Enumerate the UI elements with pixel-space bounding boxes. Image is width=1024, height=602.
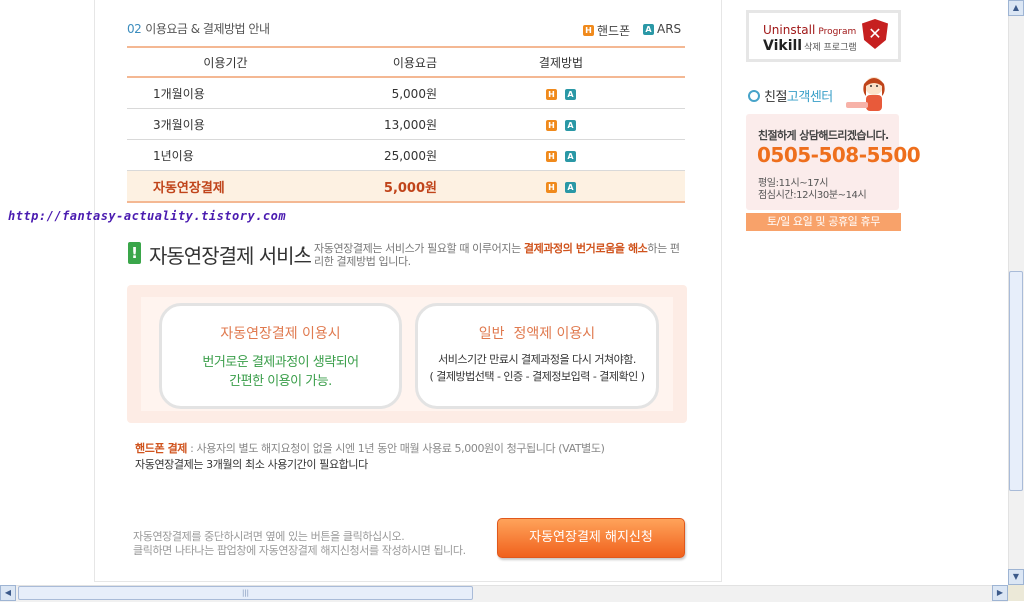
table-row: 1개월이용 5,000원 HA — [127, 77, 685, 109]
help-line: 자동연장결제를 중단하시려면 옆에 있는 버튼을 클릭하십시오. — [133, 530, 405, 543]
row-period: 1년이용 — [127, 139, 324, 171]
auto-renew-card: 자동연장결제 이용시 번거로운 결제과정이 생략되어 간편한 이용이 가능. — [159, 303, 402, 409]
uninstall-label: Uninstall Program — [763, 23, 856, 37]
exclamation-icon: ! — [128, 242, 141, 264]
table-row: 3개월이용 13,000원 HA — [127, 108, 685, 140]
content-frame-left — [94, 0, 95, 582]
row-price: 5,000원 — [324, 77, 437, 109]
ars-payment-icon: A — [643, 23, 654, 35]
normal-plan-card-body: 서비스기간 만료시 결제과정을 다시 거쳐야함. ( 결제방법선택 - 인증 -… — [418, 351, 656, 385]
watermark-url: http://fantasy-actuality.tistory.com — [8, 209, 287, 223]
normal-plan-card-line: ( 결제방법선택 - 인증 - 결제정보입력 - 결제확인 ) — [429, 370, 645, 383]
ars-payment-icon: A — [565, 120, 576, 131]
uninstall-text: Uninstall — [763, 23, 816, 37]
fee-table-header: 이용기간 이용요금 결제방법 — [127, 46, 685, 78]
row-price: 25,000원 — [324, 139, 437, 171]
legend-ars: A ARS — [643, 22, 681, 36]
service-title: 자동연장결제 서비스 — [149, 244, 312, 268]
row-payment: HA — [437, 170, 685, 203]
brand-sub: 삭제 프로그램 — [804, 43, 857, 53]
help-line: 클릭하면 나타나는 팝업창에 자동연장결제 해지신청서를 작성하시면 됩니다. — [133, 544, 466, 557]
cs-holiday-notice: 토/일 요일 및 공휴일 휴무 — [746, 213, 901, 231]
auto-renew-card-line: 번거로운 결제과정이 생략되어 — [202, 355, 359, 370]
service-desc-text: 자동연장결제는 서비스가 필요할 때 이루어지는 — [314, 242, 524, 255]
brand-name: Vikill — [763, 38, 803, 54]
bullet-icon — [748, 90, 760, 102]
normal-plan-card: 일반 정액제 이용시 서비스기간 만료시 결제과정을 다시 거쳐야함. ( 결제… — [415, 303, 659, 409]
auto-renew-card-title: 자동연장결제 이용시 — [220, 326, 341, 342]
row-price: 13,000원 — [324, 108, 437, 140]
phone-payment-icon: H — [546, 151, 557, 162]
row-period: 3개월이용 — [127, 108, 324, 140]
auto-renew-card-body: 번거로운 결제과정이 생략되어 간편한 이용이 가능. — [162, 353, 399, 391]
fee-table: 이용기간 이용요금 결제방법 1개월이용 5,000원 HA 3개월이용 13,… — [127, 46, 685, 203]
uninstall-program-banner[interactable]: Uninstall Program Vikill 삭제 프로그램 ✕ — [746, 10, 901, 62]
vertical-scroll-thumb[interactable] — [1009, 271, 1023, 491]
content-frame-right — [721, 0, 722, 582]
note-text: : 사용자의 별도 해지요청이 없을 시엔 1년 동안 매월 사용료 5,000… — [187, 442, 605, 455]
cs-title-pre: 친절 — [764, 90, 787, 105]
scroll-down-button[interactable]: ▼ — [1008, 569, 1024, 585]
content-frame-bottom — [94, 581, 722, 582]
row-period: 자동연장결제 — [127, 170, 324, 203]
vikill-brand: Vikill 삭제 프로그램 — [763, 38, 857, 54]
horizontal-scroll-thumb[interactable]: ||| — [18, 586, 473, 600]
legend-ars-label: ARS — [657, 22, 682, 36]
table-row-auto-renew: 자동연장결제 5,000원 HA — [127, 170, 685, 203]
ars-payment-icon: A — [565, 151, 576, 162]
scroll-up-button[interactable]: ▲ — [1008, 0, 1024, 16]
legend-phone-label: 핸드폰 — [597, 24, 631, 38]
table-row: 1년이용 25,000원 HA — [127, 139, 685, 171]
header-payment: 결제방법 — [437, 46, 685, 78]
phone-payment-icon: H — [546, 120, 557, 131]
note-label: 핸드폰 결제 — [135, 442, 188, 455]
normal-plan-card-title: 일반 정액제 이용시 — [478, 326, 596, 342]
row-period: 1개월이용 — [127, 77, 324, 109]
section-number: 02 — [127, 22, 142, 36]
cancel-auto-renew-button[interactable]: 자동연장결제 해지신청 — [497, 518, 685, 558]
normal-plan-card-line: 서비스기간 만료시 결제과정을 다시 거쳐야함. — [438, 353, 636, 366]
service-colon: : — [300, 238, 307, 262]
auto-renew-card-line: 간편한 이용이 가능. — [229, 374, 332, 389]
header-period: 이용기간 — [127, 46, 324, 78]
section-title: 02 이용요금 & 결제방법 안내 — [127, 20, 270, 37]
operator-girl-icon — [846, 77, 885, 111]
scroll-left-button[interactable]: ◀ — [0, 585, 16, 601]
service-description: 자동연장결제는 서비스가 필요할 때 이루어지는 결제과정의 번거로움을 해소하… — [314, 242, 689, 268]
row-price: 5,000원 — [324, 170, 437, 203]
cs-message: 친절하게 상담해드리겠습니다. — [758, 129, 889, 142]
section-title-text: 이용요금 & 결제방법 안내 — [145, 22, 270, 36]
scrollbar-corner — [1008, 585, 1024, 601]
row-payment: HA — [437, 108, 685, 140]
phone-payment-icon: H — [546, 181, 557, 193]
phone-payment-icon: H — [583, 25, 594, 36]
cancel-help-text: 자동연장결제를 중단하시려면 옆에 있는 버튼을 클릭하십시오. 클릭하면 나타… — [133, 530, 466, 558]
header-price: 이용요금 — [324, 46, 437, 78]
phone-payment-note: 핸드폰 결제 : 사용자의 별도 해지요청이 없을 시엔 1년 동안 매월 사용… — [135, 440, 605, 456]
shield-icon: ✕ — [862, 19, 888, 49]
service-desc-highlight: 결제과정의 번거로움을 해소 — [523, 242, 648, 255]
ars-payment-icon: A — [565, 89, 576, 100]
min-period-note: 자동연장결제는 3개월의 최소 사용기간이 필요합니다 — [135, 458, 368, 471]
scroll-right-button[interactable]: ▶ — [992, 585, 1008, 601]
row-payment: HA — [437, 139, 685, 171]
uninstall-program-text: Program — [818, 27, 857, 37]
row-payment: HA — [437, 77, 685, 109]
cs-lunch-hours: 점심시간:12시30분~14시 — [758, 190, 867, 201]
phone-payment-icon: H — [546, 89, 557, 100]
cs-phone-number: 0505-508-5500 — [757, 143, 921, 167]
customer-center-title: 친절고객센터 — [764, 86, 833, 105]
cs-title-highlight: 고객센터 — [786, 90, 833, 105]
legend-phone: H 핸드폰 — [583, 22, 630, 39]
ars-payment-icon: A — [565, 181, 576, 193]
